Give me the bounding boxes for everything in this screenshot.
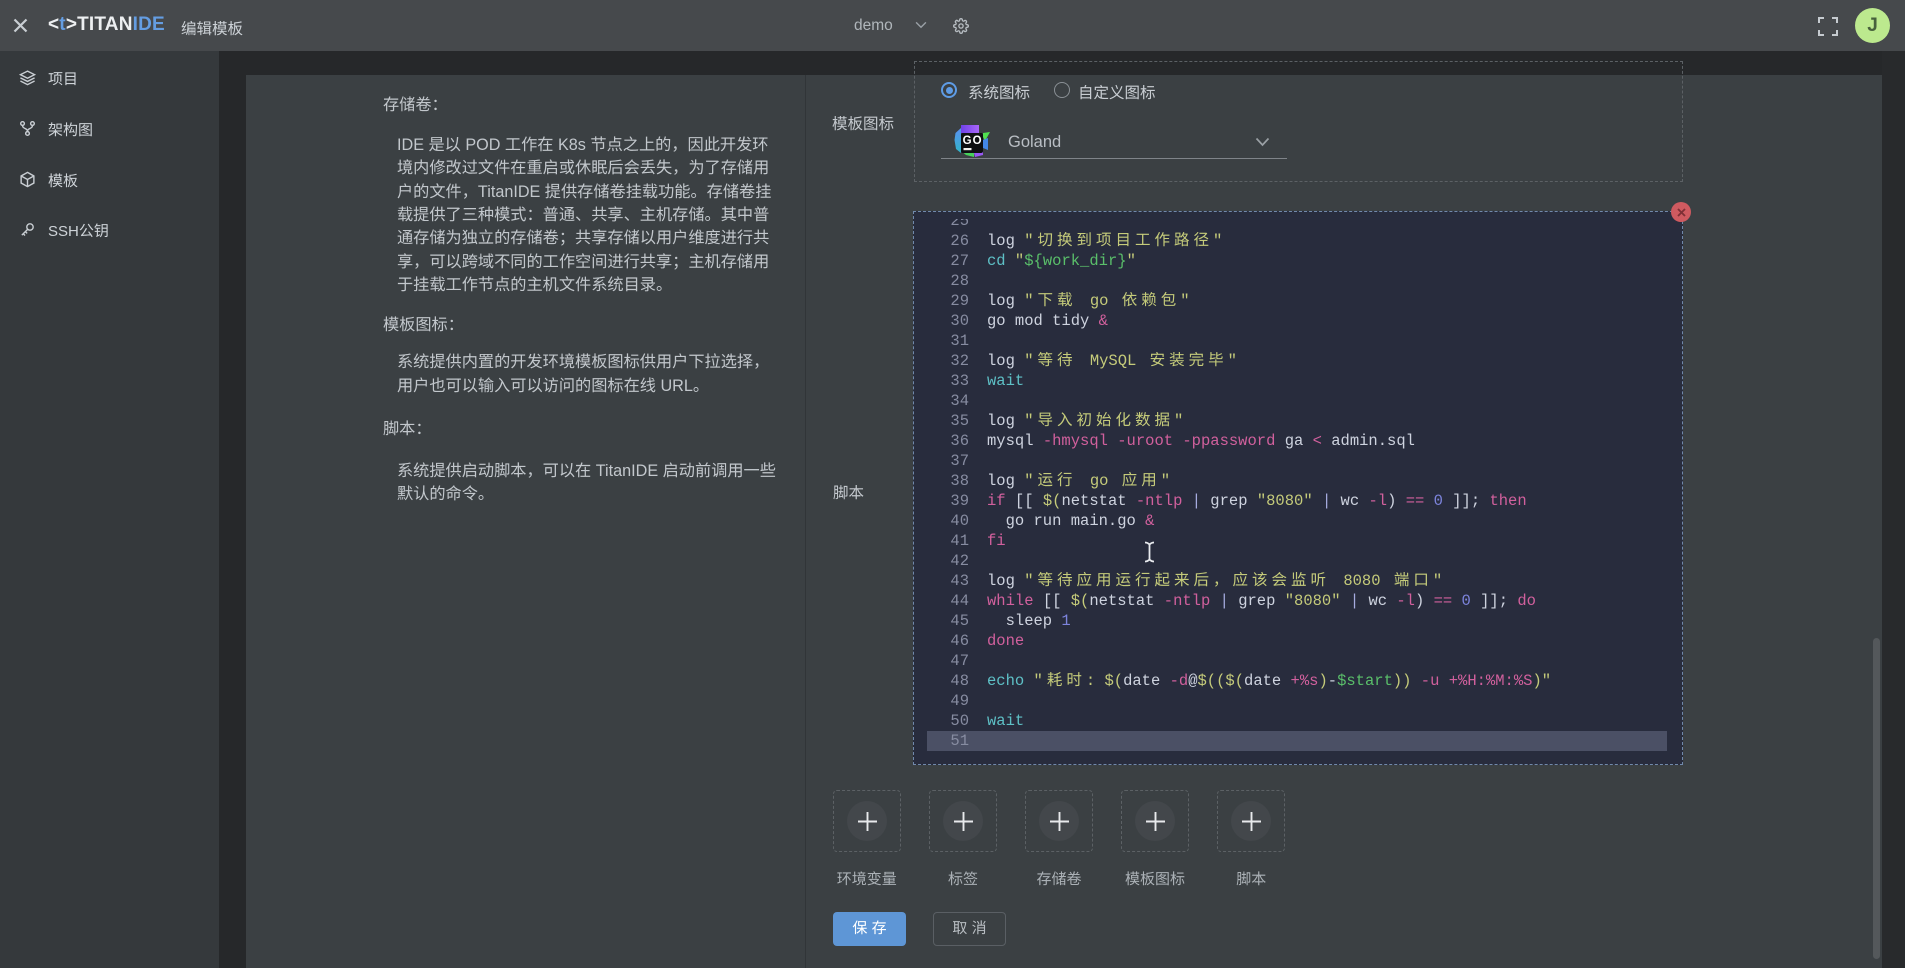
svg-text:GO: GO xyxy=(963,135,982,147)
